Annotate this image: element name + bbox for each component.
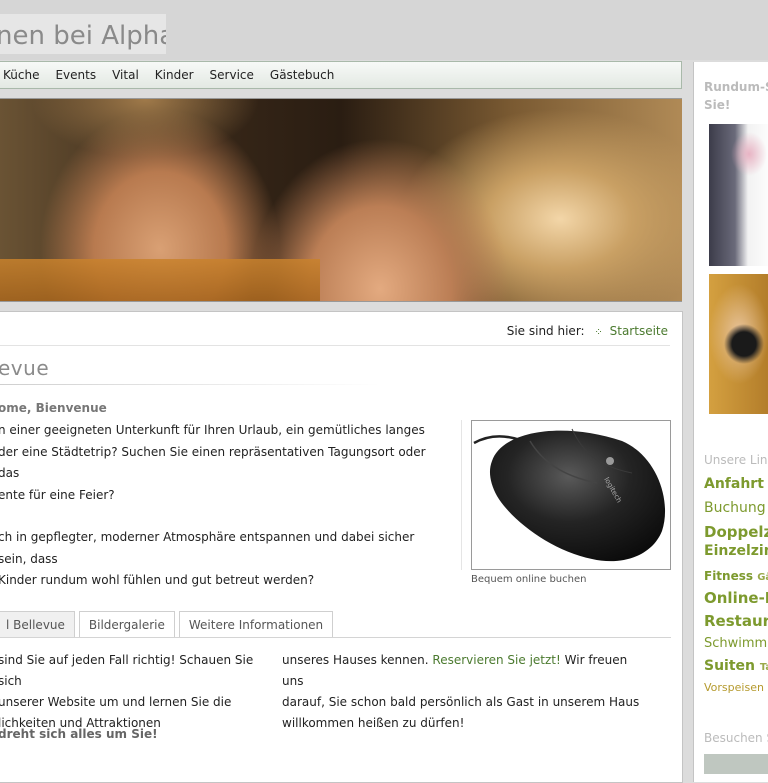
tag-label: Einzelzimr — [704, 543, 768, 559]
hero-shirt-detail — [0, 259, 320, 301]
tag-label: Schwimmb — [704, 636, 768, 651]
tab-text-column-1: sind Sie auf jeden Fall richtig! Schauen… — [0, 650, 268, 734]
intro-line: Kinder rundum wohl fühlen und gut betreu… — [0, 573, 315, 587]
header: nen bei Alpha — [0, 0, 768, 60]
tab-text-column-2: unseres Hauses kennen. Reservieren Sie j… — [282, 650, 647, 734]
computer-mouse-icon: logitech — [473, 428, 666, 562]
tag-label: Suiten — [704, 658, 756, 674]
intro-paragraph-1: n einer geeigneten Unterkunft für Ihren … — [0, 420, 443, 506]
image-divider — [461, 420, 462, 570]
visit-widget[interactable] — [704, 754, 768, 774]
tab-text-line: unserer Website um und lernen Sie die — [0, 695, 232, 709]
page-title: evue — [0, 356, 50, 380]
title-divider — [0, 384, 380, 385]
site-title[interactable]: nen bei Alpha — [0, 14, 166, 54]
intro-line: ch in gepflegter, moderner Atmosphäre en… — [0, 530, 415, 566]
wedding-photo[interactable] — [709, 124, 768, 266]
breadcrumb-divider — [0, 345, 670, 346]
tag-buchung[interactable]: Buchung C — [704, 500, 768, 516]
main-content: Sie sind hier: ⁘ Startseite evue ome, Bi… — [0, 311, 683, 783]
sidebar-heading-line: Sie! — [704, 98, 731, 112]
tab-divider — [0, 637, 671, 638]
links-heading: Unsere Lin — [704, 453, 768, 467]
nav-item-kinder[interactable]: Kinder — [147, 68, 202, 82]
tag-label: Doppelzir — [704, 523, 768, 541]
breadcrumb: Sie sind hier: ⁘ Startseite — [507, 324, 668, 338]
tag-label-small: Tag — [759, 662, 768, 673]
nav-item-vital[interactable]: Vital — [104, 68, 147, 82]
intro-line: ente für eine Feier? — [0, 487, 115, 502]
camera-photo[interactable] — [709, 274, 768, 414]
tab-weitere-informationen[interactable]: Weitere Informationen — [178, 611, 334, 638]
tag-vorspeisen[interactable]: Vorspeisen — [704, 681, 764, 694]
main-navigation: Küche Events Vital Kinder Service Gästeb… — [0, 61, 682, 89]
page-subhead: ome, Bienvenue — [0, 401, 107, 415]
sidebar-heading: Rundum-Se Sie! — [704, 78, 768, 114]
tag-restaurant[interactable]: Restaura — [704, 612, 768, 630]
intro-text: n einer geeigneten Unterkunft für Ihren … — [0, 420, 443, 613]
breadcrumb-arrow-icon: ⁘ — [594, 327, 603, 338]
tag-label: Fitness — [704, 569, 754, 583]
tag-label: Online-Bu — [704, 589, 768, 607]
nav-item-kueche[interactable]: Küche — [0, 68, 47, 82]
hero-hair-detail — [30, 99, 260, 159]
tab-text-line: willkommen heißen zu dürfen! — [282, 716, 465, 730]
reserve-now-link[interactable]: Reservieren Sie jetzt! — [432, 653, 560, 667]
breadcrumb-home-link[interactable]: Startseite — [610, 324, 668, 338]
tag-online-buchung[interactable]: Online-Bu — [704, 589, 768, 607]
tag-doppelzimmer[interactable]: Doppelzir — [704, 523, 768, 541]
intro-line: der eine Städtetrip? Suchen Sie einen re… — [0, 444, 426, 481]
tab-bildergalerie[interactable]: Bildergalerie — [78, 611, 175, 638]
nav-item-events[interactable]: Events — [47, 68, 104, 82]
tab-text: unseres Hauses kennen. — [282, 653, 433, 667]
image-caption: Bequem online buchen — [471, 574, 587, 585]
tag-label-small: Gäs — [757, 572, 768, 583]
intro-line: n einer geeigneten Unterkunft für Ihren … — [0, 423, 425, 437]
hero-image — [0, 98, 682, 302]
tag-label: Vorspeisen — [704, 681, 764, 694]
nav-item-gaestebuch[interactable]: Gästebuch — [262, 68, 342, 82]
tag-label: Restaura — [704, 612, 768, 630]
booking-image-link[interactable]: logitech — [471, 420, 671, 570]
visit-heading: Besuchen S — [704, 731, 768, 745]
intro-paragraph-2: ch in gepflegter, moderner Atmosphäre en… — [0, 527, 443, 592]
breadcrumb-label: Sie sind hier: — [506, 324, 585, 338]
tab-text-line: sind Sie auf jeden Fall richtig! Schauen… — [0, 653, 254, 688]
tag-fitness[interactable]: Fitness Gäs — [704, 569, 768, 583]
tab-text-line: darauf, Sie schon bald persönlich als Ga… — [282, 695, 640, 709]
tab-tagline: dreht sich alles um Sie! — [0, 727, 158, 741]
right-sidebar: Rundum-Se Sie! Unsere Lin Anfahrt Ba Buc… — [693, 62, 768, 782]
sidebar-heading-line: Rundum-Se — [704, 80, 768, 94]
content-tabs: l Bellevue Bildergalerie Weitere Informa… — [0, 611, 337, 638]
tab-hotel-bellevue[interactable]: l Bellevue — [0, 611, 75, 638]
tag-label: Anfahrt — [704, 476, 764, 492]
tag-anfahrt[interactable]: Anfahrt Ba — [704, 476, 768, 492]
tag-schwimmbad[interactable]: Schwimmb — [704, 636, 768, 651]
tag-label: Buchung C — [704, 500, 768, 516]
tag-suiten[interactable]: Suiten Tag — [704, 658, 768, 674]
nav-item-service[interactable]: Service — [202, 68, 262, 82]
tag-einzelzimmer[interactable]: Einzelzimr — [704, 543, 768, 559]
